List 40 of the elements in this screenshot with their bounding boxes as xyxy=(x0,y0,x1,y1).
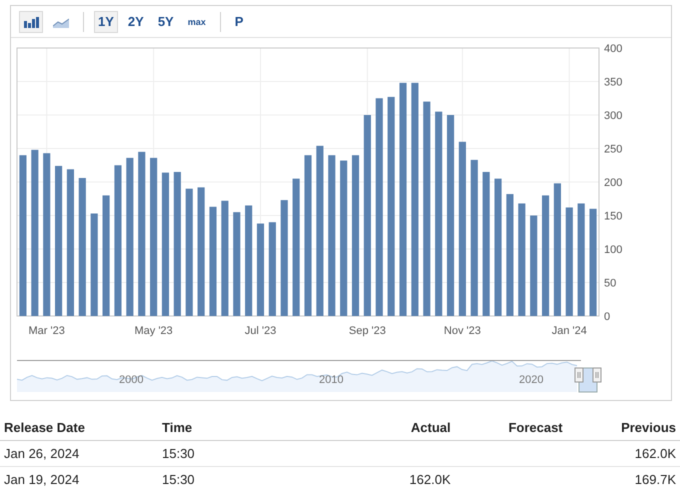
navigator-year-label: 2020 xyxy=(519,374,544,386)
column-header: Forecast xyxy=(454,415,567,440)
x-axis-label: Mar '23 xyxy=(28,325,65,337)
bar-chart-icon xyxy=(23,16,39,28)
range-button[interactable]: 5Y xyxy=(154,10,178,32)
range-button[interactable]: max xyxy=(184,10,210,32)
drag-handle-icon[interactable] xyxy=(592,368,602,382)
y-axis-label: 200 xyxy=(604,177,622,189)
table-cell: 15:30 xyxy=(162,472,195,487)
y-axis-label: 100 xyxy=(604,244,622,256)
x-axis-label: Sep '23 xyxy=(348,325,386,337)
table-cell: 15:30 xyxy=(162,446,195,461)
y-axis-label: 50 xyxy=(604,278,616,290)
table-cell: Jan 19, 2024 xyxy=(4,472,80,487)
table-cell: 162.0K xyxy=(634,446,676,461)
x-axis-label: Jan '24 xyxy=(552,325,587,337)
column-header: Release Date xyxy=(0,415,158,440)
x-axis-label: May '23 xyxy=(134,325,173,337)
y-axis-label: 300 xyxy=(604,110,622,122)
column-header: Time xyxy=(158,415,366,440)
column-header: Actual xyxy=(366,415,455,440)
table-cell: Jan 26, 2024 xyxy=(4,446,80,461)
table-cell: 169.7K xyxy=(634,472,676,487)
column-header: Previous xyxy=(566,415,680,440)
navigator-year-label: 2000 xyxy=(119,374,144,386)
range-button[interactable]: 1Y xyxy=(94,10,118,32)
bar-chart-button[interactable] xyxy=(19,10,43,32)
x-axis-label: Nov '23 xyxy=(444,325,481,337)
range-button[interactable]: 2Y xyxy=(124,10,148,32)
navigator-year-label: 2010 xyxy=(319,374,344,386)
drag-handle-icon[interactable] xyxy=(574,368,584,382)
y-axis-label: 0 xyxy=(604,311,610,323)
y-axis-label: 350 xyxy=(604,76,622,88)
y-axis-label: 150 xyxy=(604,210,622,222)
y-axis-label: 400 xyxy=(604,44,622,55)
preliminary-button[interactable]: P xyxy=(230,10,248,32)
table-cell: 162.0K xyxy=(409,472,451,487)
x-axis-label: Jul '23 xyxy=(244,325,276,337)
y-axis-label: 250 xyxy=(604,144,622,156)
area-chart-icon xyxy=(53,16,69,28)
